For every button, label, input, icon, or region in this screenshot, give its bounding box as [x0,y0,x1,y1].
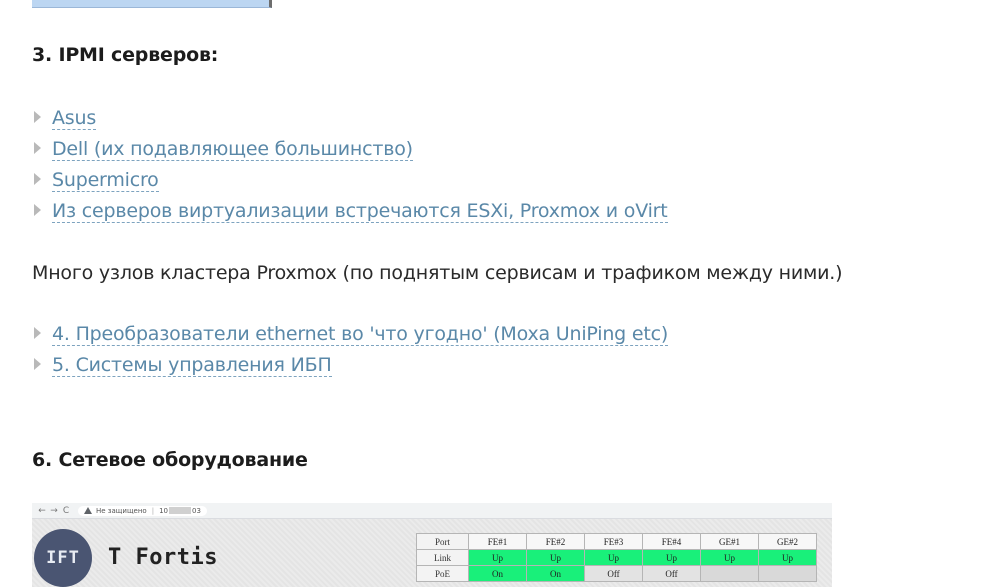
spoiler-ups-management[interactable]: 5. Системы управления ИБП [34,352,332,378]
link-status-cell: Up [584,549,643,566]
link-status-cell: Up [468,549,527,566]
reload-icon: C [62,505,70,516]
not-secure-label: Не защищено [96,506,147,515]
triangle-right-icon [34,111,41,123]
heading-network: 6. Сетевое оборудование [32,449,308,471]
table-cell: FE#3 [584,533,643,550]
link-status-cell: Up [700,549,759,566]
poe-status-cell: Off [584,565,643,582]
ip-redaction [169,507,191,514]
triangle-right-icon [34,142,41,154]
poe-status-cell: On [468,565,527,582]
embedded-screenshot: ← → C Не защищено | 10 03 IFT T Fortis P… [32,503,832,587]
forward-arrow-icon: → [50,505,58,516]
spoiler-label[interactable]: Asus [52,107,96,130]
port-status-table: Port FE#1 FE#2 FE#3 FE#4 GE#1 GE#2 Link … [416,533,817,582]
triangle-right-icon [34,358,41,370]
table-cell: FE#4 [642,533,701,550]
previous-screenshot-edge [32,0,272,8]
poe-status-cell [758,565,817,582]
address-separator: | [151,506,155,515]
table-row: Link Up Up Up Up Up Up [416,549,817,566]
brand-name: T Fortis [108,545,218,570]
table-cell: PoE [416,565,469,582]
poe-status-cell [700,565,759,582]
spoiler-ethernet-converters[interactable]: 4. Преобразователи ethernet во 'что угод… [34,321,668,347]
table-cell: GE#2 [758,533,817,550]
table-cell: Port [416,533,469,550]
table-row: Port FE#1 FE#2 FE#3 FE#4 GE#1 GE#2 [416,533,817,550]
link-status-cell: Up [526,549,585,566]
spoiler-label[interactable]: 4. Преобразователи ethernet во 'что угод… [52,323,668,346]
link-status-cell: Up [642,549,701,566]
heading-ipmi: 3. IPMI серверов: [32,44,219,66]
spoiler-asus[interactable]: Asus [34,105,96,131]
back-arrow-icon: ← [38,505,46,516]
spoiler-virtualization[interactable]: Из серверов виртуализации встречаются ES… [34,198,668,224]
spoiler-supermicro[interactable]: Supermicro [34,167,159,193]
spoiler-label[interactable]: Из серверов виртуализации встречаются ES… [52,200,668,223]
spoiler-label[interactable]: Dell (их подавляющее большинство) [52,138,413,161]
address-bar: Не защищено | 10 03 [78,505,207,516]
ip-suffix: 03 [192,506,201,515]
triangle-right-icon [34,327,41,339]
browser-toolbar: ← → C Не защищено | 10 03 [32,503,832,519]
table-row: PoE On On Off Off [416,565,817,582]
table-cell: Link [416,549,469,566]
triangle-right-icon [34,204,41,216]
poe-status-cell: Off [642,565,701,582]
paragraph-proxmox: Много узлов кластера Proxmox (по подняты… [32,262,843,284]
link-status-cell: Up [758,549,817,566]
table-cell: GE#1 [700,533,759,550]
warning-icon [84,506,92,515]
poe-status-cell: On [526,565,585,582]
tfortis-logo: IFT [34,529,92,587]
switch-web-ui: IFT T Fortis Port FE#1 FE#2 FE#3 FE#4 GE… [32,519,832,587]
spoiler-dell[interactable]: Dell (их подавляющее большинство) [34,136,413,162]
spoiler-label[interactable]: Supermicro [52,169,159,192]
table-cell: FE#1 [468,533,527,550]
spoiler-label[interactable]: 5. Системы управления ИБП [52,354,332,377]
triangle-right-icon [34,173,41,185]
table-cell: FE#2 [526,533,585,550]
ip-prefix: 10 [159,506,168,515]
